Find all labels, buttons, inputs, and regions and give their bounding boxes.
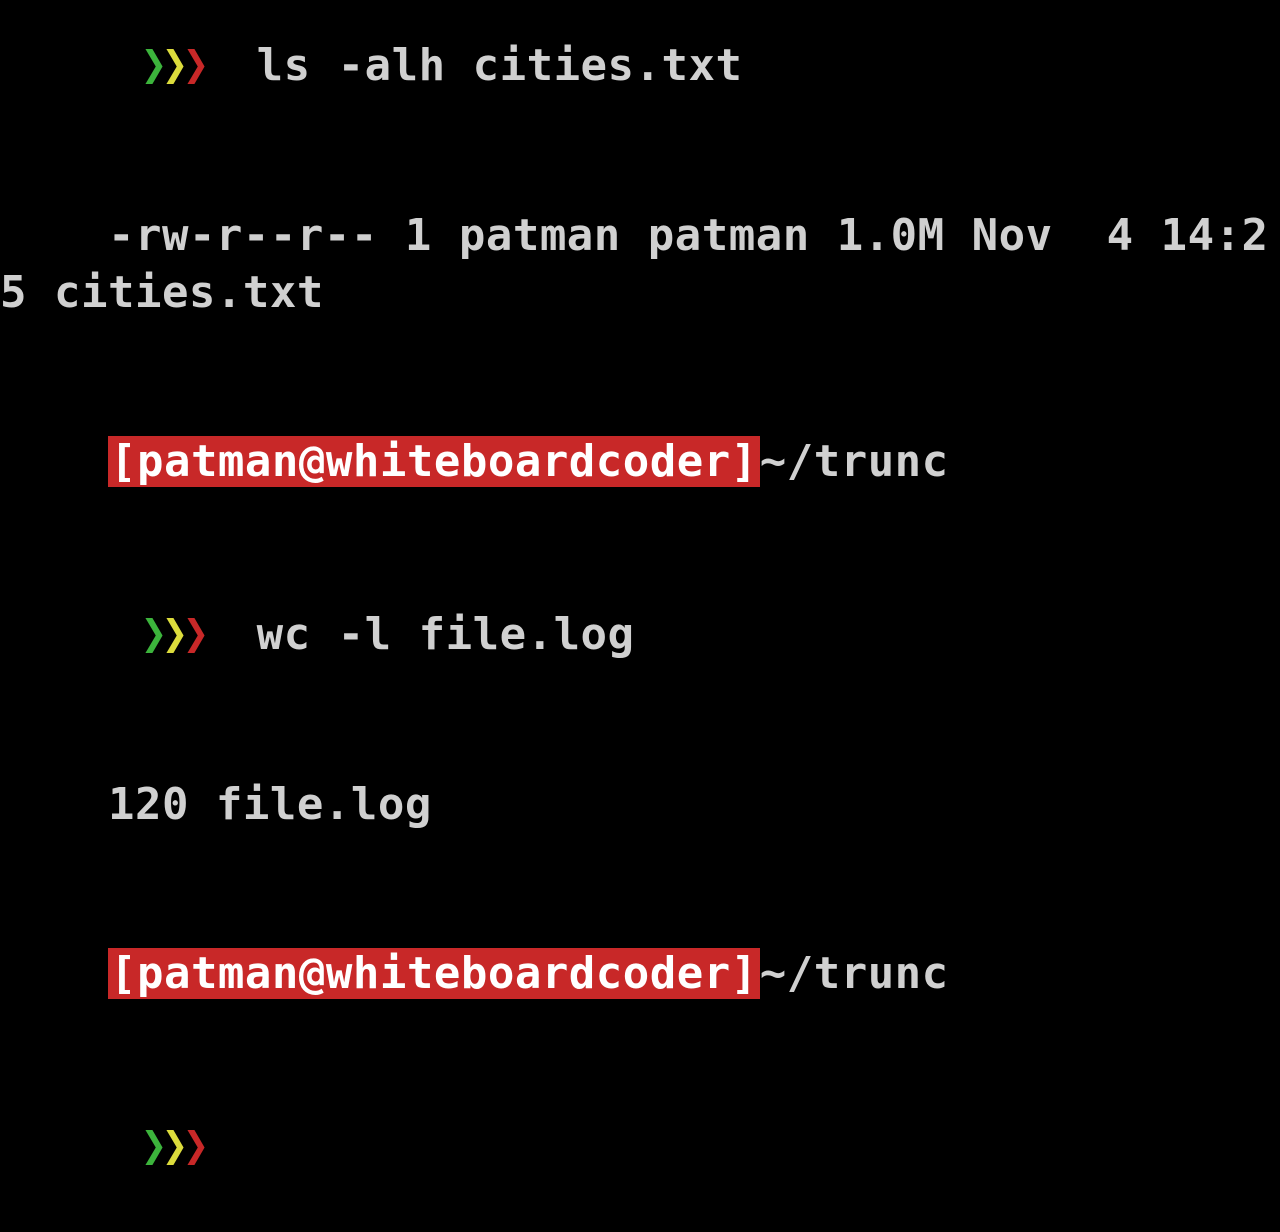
prompt-line: [patman@whiteboardcoder]~/trunc [0, 889, 1280, 1058]
prompt-user-host: [patman@whiteboardcoder] [108, 948, 760, 999]
command-line-active[interactable]: ❯❯❯ [0, 1058, 1280, 1232]
terminal-window[interactable]: ❯❯❯ ls -alh cities.txt -rw-r--r-- 1 patm… [0, 0, 1280, 1232]
prompt-user-host: [patman@whiteboardcoder] [108, 436, 760, 487]
output-line: -rw-r--r-- 1 patman patman 1.0M Nov 4 14… [0, 152, 1280, 377]
prompt-arrows-icon: ❯❯❯ [108, 603, 203, 664]
prompt-path: ~/trunc [760, 436, 949, 487]
prompt-path: ~/trunc [760, 948, 949, 999]
prompt-arrows-icon: ❯❯❯ [108, 34, 203, 95]
command-text: ls -alh cities.txt [257, 40, 743, 91]
command-text: wc -l file.log [257, 609, 635, 660]
command-line-partial: ❯❯❯ ls -alh cities.txt [0, 0, 1280, 152]
command-line: ❯❯❯ wc -l file.log [0, 546, 1280, 720]
output-line: 120 file.log [0, 720, 1280, 889]
prompt-arrows-icon: ❯❯❯ [108, 1115, 203, 1176]
prompt-line: [patman@whiteboardcoder]~/trunc [0, 377, 1280, 546]
